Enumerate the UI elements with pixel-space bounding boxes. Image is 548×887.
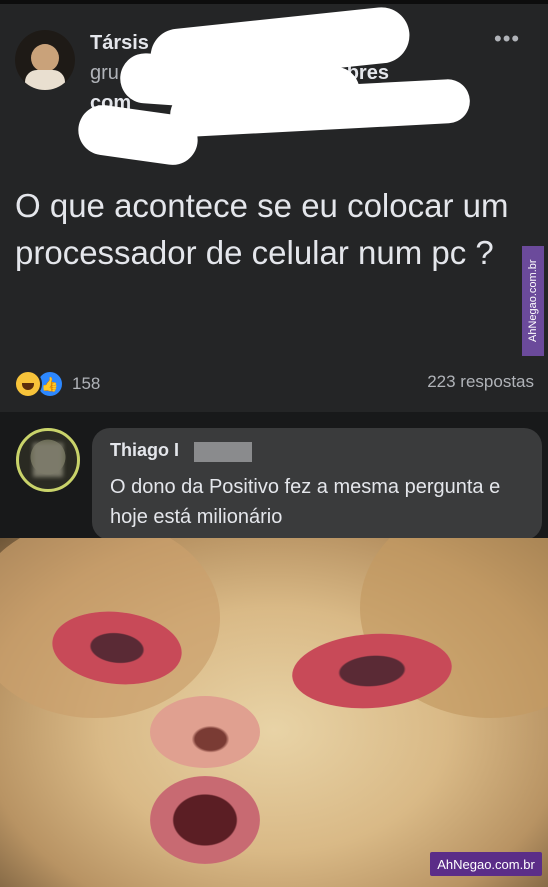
reactions-summary[interactable]: 👍 158 (14, 370, 100, 398)
author-avatar[interactable] (15, 30, 75, 90)
cat-mouth (150, 776, 260, 864)
replies-link[interactable]: 223 respostas (427, 372, 534, 392)
top-divider (0, 0, 548, 4)
facebook-post: Társis gru as pobres com ••• O que acont… (0, 0, 548, 412)
avatar-blur (33, 443, 63, 477)
crying-cat-meme-image (0, 538, 548, 887)
comment-text: O dono da Positivo fez a mesma pergunta … (110, 476, 501, 528)
comment-bubble: Thiago I O dono da Positivo fez a mesma … (92, 428, 542, 540)
cat-nose (150, 696, 260, 768)
haha-reaction-icon (14, 370, 42, 398)
censor-box (194, 442, 252, 462)
comment: Thiago I O dono da Positivo fez a mesma … (0, 412, 548, 540)
watermark-vertical: AhNegao.com.br (522, 246, 544, 356)
avatar-body (25, 70, 65, 90)
avatar-face (31, 44, 59, 72)
comment-author[interactable]: Thiago I (110, 440, 179, 461)
group-name-start: gru (90, 62, 119, 84)
reaction-count: 158 (72, 374, 101, 393)
more-options-icon[interactable]: ••• (494, 26, 520, 52)
post-author[interactable]: Társis (90, 32, 149, 55)
watermark-corner: AhNegao.com.br (430, 852, 542, 876)
post-text: O que acontece se eu colocar um processa… (15, 187, 509, 271)
commenter-avatar[interactable] (16, 428, 80, 492)
